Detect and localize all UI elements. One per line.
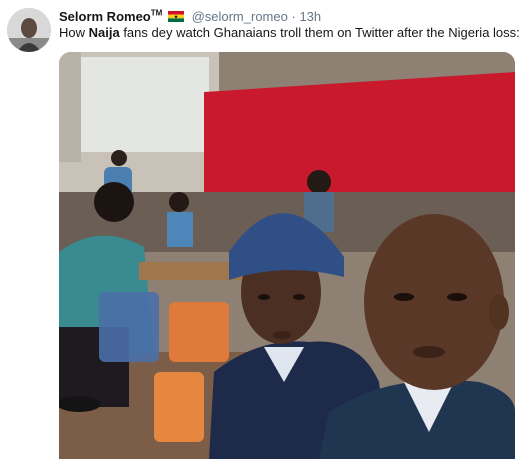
tweet-text-bold: Naija [88, 25, 120, 40]
avatar-image [7, 8, 51, 52]
tweet-text: How Naija fans dey watch Ghanaians troll… [59, 25, 520, 40]
handle[interactable]: @selorm_romeo [192, 9, 288, 24]
separator: · [291, 9, 296, 25]
avatar[interactable] [7, 8, 51, 52]
display-name[interactable]: Selorm RomeoTM [59, 9, 162, 24]
tweet-photo[interactable] [59, 52, 515, 459]
trademark-mark: TM [150, 9, 163, 18]
photo-icon [59, 52, 515, 459]
ghana-flag-icon [167, 11, 184, 23]
tweet[interactable]: Selorm RomeoTM @selorm_romeo · 13h How N… [0, 0, 521, 459]
timestamp[interactable]: 13h [299, 9, 321, 24]
